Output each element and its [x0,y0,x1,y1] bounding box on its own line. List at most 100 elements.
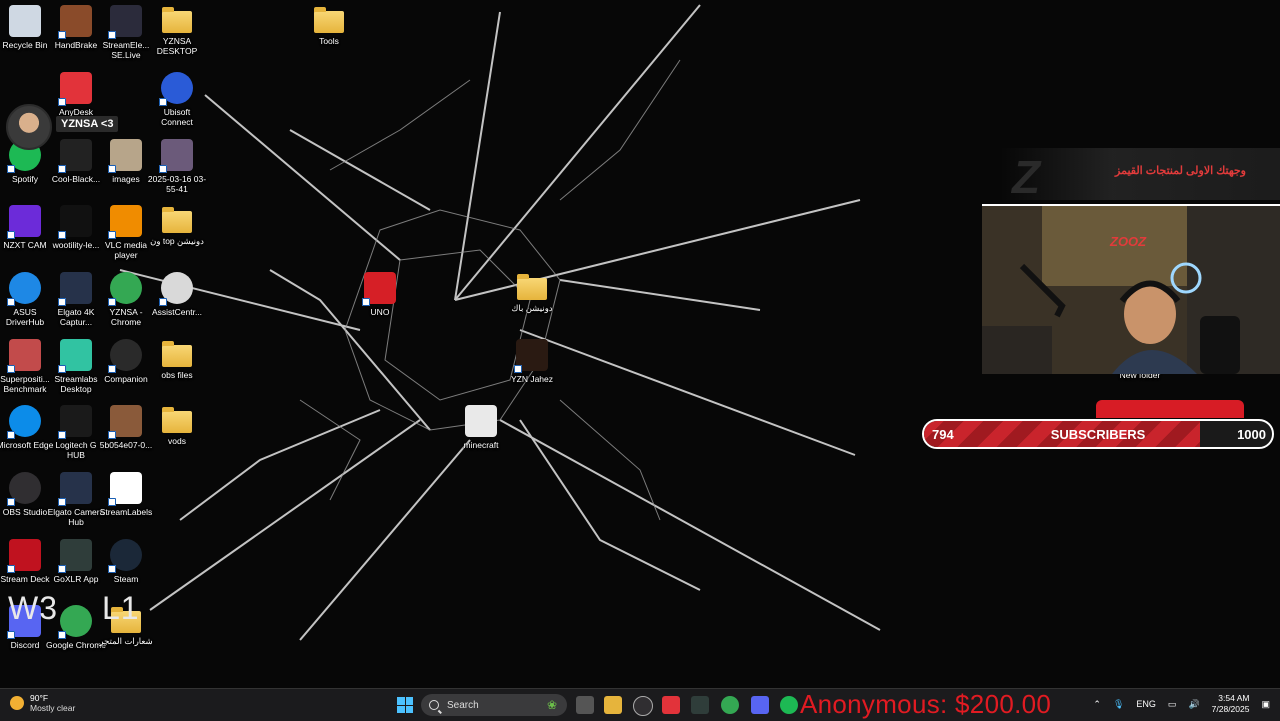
webcam-scene: ZOOZ [982,206,1280,374]
subscriber-goal-bar: 794 SUBSCRIBERS 1000 [922,419,1274,449]
desktop-icon[interactable]: obs files [147,339,207,380]
desktop-icon-label: HandBrake [54,40,98,50]
desktop-icon-label: Cool-Black... [51,174,101,184]
desktop-icon[interactable]: YZNSA DESKTOP [147,5,207,56]
streamdeck-icon [7,539,41,573]
desktop-icon-label: Steam [113,574,139,584]
spotify-taskbar-icon[interactable] [780,696,798,714]
discord-taskbar-icon[interactable] [751,696,769,714]
ubisoft-icon [159,72,193,106]
desktop-icon-label: AssistCentr... [151,307,203,317]
task-view-icon[interactable] [576,696,594,714]
goxlr-icon [58,539,92,573]
desktop-icon-label: minecraft [463,440,499,450]
desktop-icon-label: wootility-le... [52,240,100,250]
image-icon [58,139,92,173]
folder-icon [314,7,344,33]
image-icon [108,139,142,173]
desktop-icon-label: Companion [104,374,148,384]
desktop-icon[interactable]: AnyDesk [46,72,106,117]
taskbar-clock[interactable]: 3:54 AM 7/28/2025 [1212,693,1250,715]
superposition-icon [7,339,41,373]
chrome-icon [58,605,92,639]
volume-icon[interactable]: 🔊 [1188,699,1199,710]
svg-text:ZOOZ: ZOOZ [1109,234,1147,249]
desktop-icon[interactable]: 2025-03-16 03-55-41 [147,139,207,194]
goxlr-taskbar-icon[interactable] [691,696,709,714]
uno-icon [362,272,396,306]
streamlabs-icon [58,339,92,373]
desktop-icon-label: دونيشن باك [511,303,553,313]
network-icon[interactable]: ▭ [1168,699,1177,710]
weather-sun-icon [10,696,24,710]
desktop-icon[interactable]: UNO [350,272,410,317]
webcam-overlay: ZOOZ [982,204,1280,374]
desktop-icon[interactable]: YZN Jahez [502,339,562,384]
edge-icon [7,405,41,439]
elgato-camera-icon [58,472,92,506]
folder-icon [162,341,192,367]
subscriber-goal-count: 1000 [1237,427,1266,442]
desktop-icon[interactable]: AssistCentr... [147,272,207,317]
search-icon [429,700,439,710]
desktop-icon[interactable]: ون top دونيشن [147,205,207,246]
chrome-taskbar-icon[interactable] [721,696,739,714]
z-logo: Z [1012,151,1041,203]
desktop-icon[interactable]: دونيشن باك [502,272,562,313]
clock-time: 3:54 AM [1218,693,1250,703]
folder-icon [517,274,547,300]
taskbar: 90°F Mostly clear Search ❀ ⌃ 🎙 ENG ▭ 🔊 3… [0,688,1280,721]
desktop-icon-label: obs files [161,370,193,380]
vlc-icon [108,205,142,239]
weather-temperature: 90°F [30,693,49,703]
assistcentre-icon [159,272,193,306]
streamlabels-icon [108,472,142,506]
desktop-icon-label: Stream Deck [0,574,50,584]
desktop-icon[interactable]: StreamLabels [96,472,156,517]
language-indicator[interactable]: ENG [1136,699,1156,709]
desktop-icon-label: Tools [319,36,339,46]
chevron-up-icon[interactable]: ⌃ [1093,699,1101,710]
obs-taskbar-icon[interactable] [633,696,653,716]
desktop-icon-label: vods [168,436,186,446]
desktop-icon-label: Spotify [12,174,38,184]
desktop-icon[interactable]: minecraft [451,405,511,450]
text-file-icon [465,405,497,437]
weather-widget[interactable]: 90°F Mostly clear [10,693,75,713]
cam-banner-slogan: وجهتك الاولى لمنتجات القيمز [1115,165,1246,177]
handbrake-icon [58,5,92,39]
desktop-icon-label: 2025-03-16 03-55-41 [147,174,207,194]
taskbar-search-box[interactable]: Search ❀ [421,694,567,716]
weather-description: Mostly clear [30,703,76,713]
folder-icon [162,7,192,33]
file-explorer-icon[interactable] [604,696,622,714]
overlay-w3-text: W3 [8,590,58,626]
obs-icon [7,472,41,506]
desktop-icon[interactable]: vods [147,405,207,446]
desktop-icon-label: YZN Jahez [510,374,554,384]
desktop-icon[interactable]: Steam [96,539,156,584]
chrome-icon [108,272,142,306]
desktop-icon[interactable]: Tools [299,5,359,46]
desktop-icon-label: Ubisoft Connect [161,107,193,127]
desktop-icon-label: 5b054e07-0... [99,440,153,450]
start-button-icon[interactable] [397,697,413,713]
anydesk-taskbar-icon[interactable] [662,696,680,714]
overlay-l1-text: L1 [102,590,140,626]
desktop-icon[interactable]: Ubisoft Connect [147,72,207,127]
video-icon [514,339,548,373]
desktop-icon-label: images [112,174,140,184]
subscriber-bar-tab [1096,400,1244,418]
steam-icon [108,539,142,573]
search-placeholder: Search [447,699,479,711]
desktop-icon-label: OBS Studio [2,507,48,517]
streamer-avatar [6,104,52,150]
desktop-icon-label: YZNSA DESKTOP [156,36,198,56]
desktop-icon-label: GoXLR App [53,574,99,584]
desktop-icon-label: NZXT CAM [3,240,47,250]
desktop-icon-label: UNO [370,307,390,317]
notification-icon[interactable]: ▣ [1261,699,1270,710]
nzxt-icon [7,205,41,239]
microphone-icon[interactable]: 🎙 [1113,699,1124,710]
cam-banner: Z وجهتك الاولى لمنتجات القيمز [1000,148,1280,203]
